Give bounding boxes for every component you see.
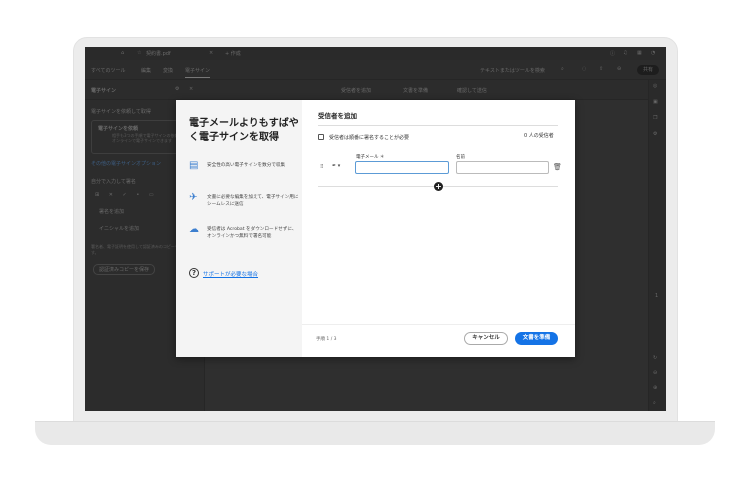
tools-icon[interactable]: ⚙ (653, 131, 657, 137)
page-number: 1 (655, 293, 659, 299)
menu-edit[interactable]: 編集 (141, 67, 151, 74)
copy-icon[interactable]: ❐ (653, 115, 657, 121)
add-signature-button[interactable]: 署名を追加 (99, 208, 124, 215)
ai-icon[interactable]: ◌ (582, 66, 586, 72)
pages-icon[interactable]: ▣ (653, 99, 658, 105)
trash-icon[interactable]: 🗑 (553, 163, 562, 171)
print-icon[interactable]: ⊖ (617, 66, 621, 72)
panel-subtitle: 電子サインを依頼して取得 (91, 109, 151, 115)
cancel-button[interactable]: キャンセル (464, 332, 508, 345)
close-tab-icon[interactable]: × (209, 50, 213, 56)
menu-convert[interactable]: 変換 (163, 67, 173, 74)
add-recipient-icon[interactable]: + (434, 182, 443, 191)
request-card-title: 電子サインを依頼 (98, 126, 139, 132)
footer-divider (302, 324, 575, 325)
add-initials-button[interactable]: イニシャルを追加 (99, 225, 139, 232)
comment-icon[interactable]: ◎ (653, 83, 657, 89)
search-icon[interactable]: ⌕ (561, 66, 564, 72)
menu-bar: すべてのツール 編集 変換 電子サイン テキストまたはツールを検索 ⌕ ◌ ⇧ … (85, 60, 666, 80)
menu-all-tools[interactable]: すべてのツール (91, 67, 125, 74)
more-options-link[interactable]: その他の電子サインオプション (91, 160, 161, 167)
sign-tools-icons[interactable]: ⊞ ✕ ✓ • ▭ (95, 192, 154, 198)
send-document-icon: ✈ (189, 192, 198, 203)
title-bar: ⌂ ☆ 契約書.pdf × + 作成 ⓘ ♫ ▦ ◔ (85, 47, 666, 60)
new-tab-button[interactable]: + 作成 (225, 50, 241, 57)
drag-handle-icon[interactable]: ⠿ (320, 164, 324, 170)
bell-icon[interactable]: ♫ (623, 50, 627, 56)
apps-icon[interactable]: ▦ (637, 50, 642, 56)
secure-document-icon: ▤ (189, 160, 199, 171)
step-indicator: 手順 1 / 3 (316, 337, 337, 342)
search-input[interactable]: テキストまたはツールを検索 (480, 67, 545, 74)
star-icon[interactable]: ☆ (137, 50, 141, 56)
cloud-icon: ☁ (189, 224, 199, 235)
zoom-in-icon[interactable]: ⊕ (653, 385, 657, 391)
feature-item: ☁ 受信者は Acrobat をダウンロードせずに、オンラインかつ無料で署名可能 (189, 224, 299, 250)
fit-icon[interactable]: ⌕ (653, 400, 656, 406)
add-recipients-dialog: 電子メールよりもすばやく電子サインを取得 ▤ 安全性の高い電子サインを数分で収集… (176, 100, 575, 357)
help-circle-icon: ? (189, 268, 199, 278)
step-1: 受信者を追加 (341, 88, 372, 94)
steps-bar: 電子サイン ⚙ × 受信者を追加 文書を準備 確認して送信 (85, 80, 666, 100)
step-2: 文書を準備 (403, 88, 429, 94)
name-label: 名前 (456, 155, 465, 160)
right-toolbar: ◎ ▣ ❐ ⚙ 1 ↻ ⊖ ⊕ ⌕ (648, 80, 666, 411)
self-sign-label: 自分で入力して署名 (91, 179, 136, 185)
zoom-out-icon[interactable]: ⊖ (653, 370, 657, 376)
feature-item: ▤ 安全性の高い電子サインを数分で収集 (189, 160, 299, 182)
settings-icon[interactable]: ⚙ (175, 86, 179, 92)
close-panel-icon[interactable]: × (189, 86, 193, 92)
home-icon[interactable]: ⌂ (121, 50, 124, 56)
prepare-document-button[interactable]: 文書を準備 (515, 332, 558, 345)
help-link[interactable]: サポートが必要な場合 (203, 270, 258, 278)
feature-item: ✈ 文書に必要な編集を加えて、電子サイン用にシームレスに送信 (189, 192, 299, 214)
email-label: 電子メール ＊ (356, 155, 385, 160)
signing-order-label: 受信者は順番に署名することが必要 (329, 135, 410, 141)
name-input[interactable] (456, 161, 549, 174)
divider (318, 125, 558, 126)
menu-esign[interactable]: 電子サイン (185, 67, 211, 78)
share-button[interactable]: 共有 (637, 65, 659, 75)
certified-copy-button[interactable]: 認証済みコピーを保存 (93, 264, 156, 275)
step-3: 確認して送信 (457, 88, 487, 94)
feature-text: 受信者は Acrobat をダウンロードせずに、オンラインかつ無料で署名可能 (207, 227, 297, 239)
document-tab[interactable]: 契約書.pdf (146, 50, 171, 57)
signer-role-dropdown[interactable]: ✒ ▾ (332, 163, 340, 169)
laptop-base (35, 421, 715, 445)
feature-text: 文書に必要な編集を加えて、電子サイン用にシームレスに送信 (207, 195, 299, 207)
recipient-count: 0 人の受信者 (524, 133, 554, 139)
dialog-title: 受信者を追加 (318, 112, 357, 120)
rotate-icon[interactable]: ↻ (653, 355, 657, 361)
email-input[interactable] (355, 161, 449, 174)
promo-heading: 電子メールよりもすばやく電子サインを取得 (189, 118, 299, 143)
promo-panel: 電子メールよりもすばやく電子サインを取得 ▤ 安全性の高い電子サインを数分で収集… (176, 100, 302, 357)
feature-text: 安全性の高い電子サインを数分で収集 (207, 163, 286, 168)
signing-order-checkbox[interactable] (318, 134, 324, 140)
avatar[interactable]: ◔ (651, 50, 655, 56)
upload-icon[interactable]: ⇧ (599, 66, 603, 72)
help-icon[interactable]: ⓘ (610, 50, 615, 57)
panel-title: 電子サイン (91, 88, 117, 94)
